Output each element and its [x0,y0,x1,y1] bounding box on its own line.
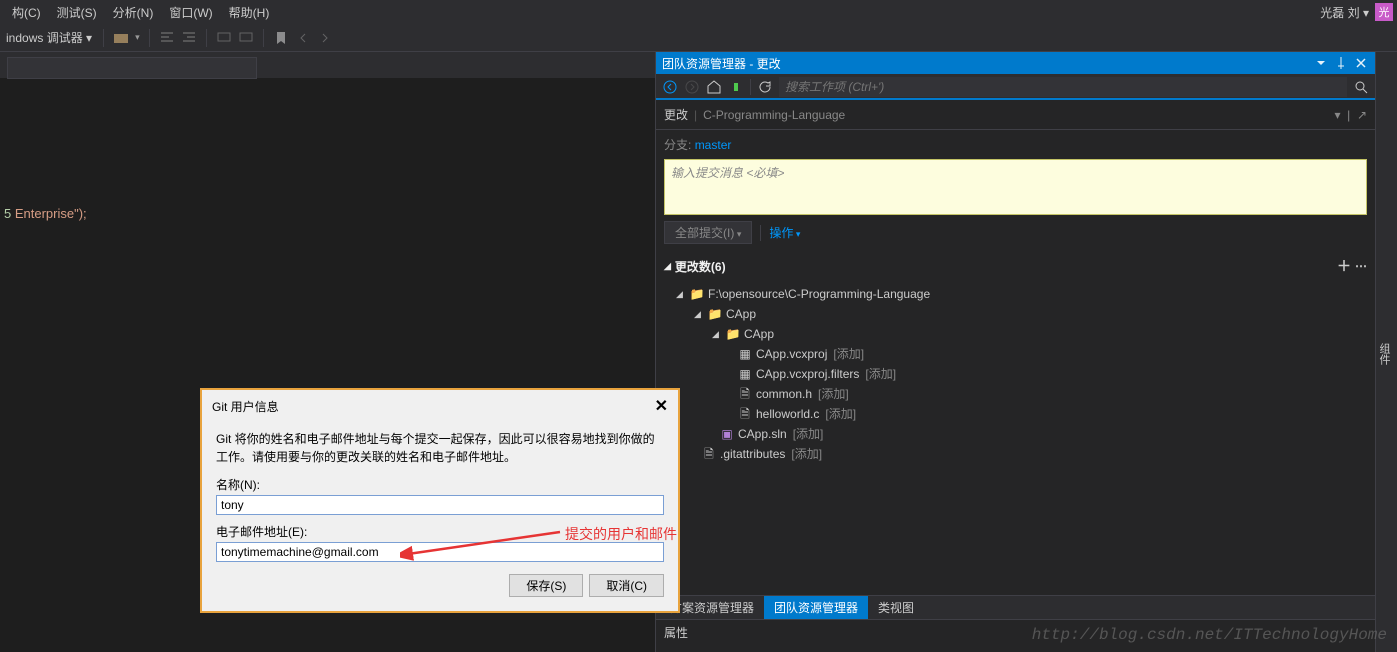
file-icon: ▦ [738,367,752,381]
solution-icon: ▣ [720,427,734,441]
tree-file[interactable]: 🗎 common.h [添加] [676,384,1367,404]
tree-root[interactable]: ◢ 📁 F:\opensource\C-Programming-Language [676,284,1367,304]
commit-message-input[interactable]: 输入提交消息 <必填> [664,159,1367,215]
commit-all-button[interactable]: 全部提交(I) [664,221,752,244]
user-name[interactable]: 光磊 刘 ▾ [1314,4,1375,21]
name-label: 名称(N): [216,476,664,493]
tree-file[interactable]: ▦ CApp.vcxproj.filters [添加] [676,364,1367,384]
menu-test[interactable]: 测试(S) [49,2,105,23]
forward-icon[interactable] [684,79,700,95]
back-icon[interactable] [662,79,678,95]
team-explorer-panel: 团队资源管理器 - 更改 更改 | C-Programming-Language… [655,52,1375,652]
tree-file[interactable]: 🗎 helloworld.c [添加] [676,404,1367,424]
email-label: 电子邮件地址(E): [216,523,664,540]
save-button[interactable]: 保存(S) [509,574,583,597]
email-input[interactable] [216,542,664,562]
close-icon[interactable] [1353,55,1369,71]
pin-icon[interactable] [1333,55,1349,71]
sidebar-tab-components[interactable]: 组件 [1376,343,1392,365]
project-name[interactable]: C-Programming-Language [703,108,845,122]
menu-analyze[interactable]: 分析(N) [105,2,162,23]
debugger-dropdown[interactable]: indows 调试器 ▾ [4,29,94,46]
tab-team-explorer[interactable]: 团队资源管理器 [764,596,868,619]
refresh-icon[interactable] [757,79,773,95]
changes-header: 更改 | C-Programming-Language ▾ | ↗ [656,100,1375,130]
tab-class-view[interactable]: 类视图 [868,596,924,619]
file-icon: 🗎 [702,447,716,461]
file-icon: 🗎 [738,387,752,401]
outdent-icon[interactable] [159,30,175,46]
user-avatar-badge[interactable]: 光 [1375,3,1393,21]
branch-link[interactable]: master [695,138,732,152]
header-dropdown-icon[interactable]: ▾ | ↗ [1334,108,1367,122]
home-icon[interactable] [706,79,722,95]
editor-scope-dropdown[interactable] [7,57,257,79]
close-icon[interactable]: ✕ [655,396,668,416]
next-bookmark-icon[interactable] [317,30,333,46]
search-input[interactable] [779,77,1347,97]
indent-icon[interactable] [181,30,197,46]
code-editor[interactable]: 5 Enterprise"); [0,78,655,229]
file-icon: 🗎 [738,407,752,421]
file-tree: ◢ 📁 F:\opensource\C-Programming-Language… [656,282,1375,472]
uncomment-icon[interactable] [238,30,254,46]
dialog-description: Git 将你的姓名和电子邮件地址与每个提交一起保存，因此可以很容易地找到你做的工… [216,430,664,466]
comment-icon[interactable] [216,30,232,46]
menu-help[interactable]: 帮助(H) [221,2,278,23]
dialog-title-text: Git 用户信息 [212,398,655,415]
watermark-text: http://blog.csdn.net/ITTechnologyHome [1032,626,1387,644]
menubar: 构(C) 测试(S) 分析(N) 窗口(W) 帮助(H) 光磊 刘 ▾ 光 [0,0,1397,24]
changes-label: 更改 [664,106,688,123]
menu-build[interactable]: 构(C) [4,2,49,23]
toolbar: indows 调试器 ▾ ▾ [0,24,1397,52]
name-input[interactable] [216,495,664,515]
folder-icon[interactable] [113,30,129,46]
folder-icon: 📁 [690,287,704,301]
menu-window[interactable]: 窗口(W) [161,2,220,23]
folder-icon: 📁 [708,307,722,321]
stage-plus-icon[interactable]: ＋ [1337,256,1351,276]
bookmark-icon[interactable] [273,30,289,46]
git-user-info-dialog: Git 用户信息 ✕ Git 将你的姓名和电子邮件地址与每个提交一起保存，因此可… [200,388,680,613]
panel-toolbar [656,74,1375,100]
changes-count-header[interactable]: ◢ 更改数(6) ＋ ⋯ [656,250,1375,282]
more-icon[interactable]: ⋯ [1355,259,1367,273]
tree-file[interactable]: ▦ CApp.vcxproj [添加] [676,344,1367,364]
prev-bookmark-icon[interactable] [295,30,311,46]
plug-icon[interactable] [728,79,744,95]
tree-file-gitattr[interactable]: 🗎 .gitattributes [添加] [676,444,1367,464]
bottom-tab-strip: 方案资源管理器 团队资源管理器 类视图 [656,595,1375,619]
right-sidebar-collapsed[interactable]: 组件 诊断工具 [1375,52,1397,652]
panel-title-bar: 团队资源管理器 - 更改 [656,52,1375,74]
file-icon: ▦ [738,347,752,361]
actions-link[interactable]: 操作 [769,224,800,241]
search-icon[interactable] [1353,79,1369,95]
tree-folder-capp-inner[interactable]: ◢ 📁 CApp [676,324,1367,344]
panel-title-text: 团队资源管理器 - 更改 [662,55,1313,72]
folder-icon: 📁 [726,327,740,341]
cancel-button[interactable]: 取消(C) [589,574,664,597]
tree-file-sln[interactable]: ▣ CApp.sln [添加] [676,424,1367,444]
dropdown-icon[interactable] [1313,55,1329,71]
tree-folder-capp[interactable]: ◢ 📁 CApp [676,304,1367,324]
branch-row: 分支: master [656,130,1375,159]
